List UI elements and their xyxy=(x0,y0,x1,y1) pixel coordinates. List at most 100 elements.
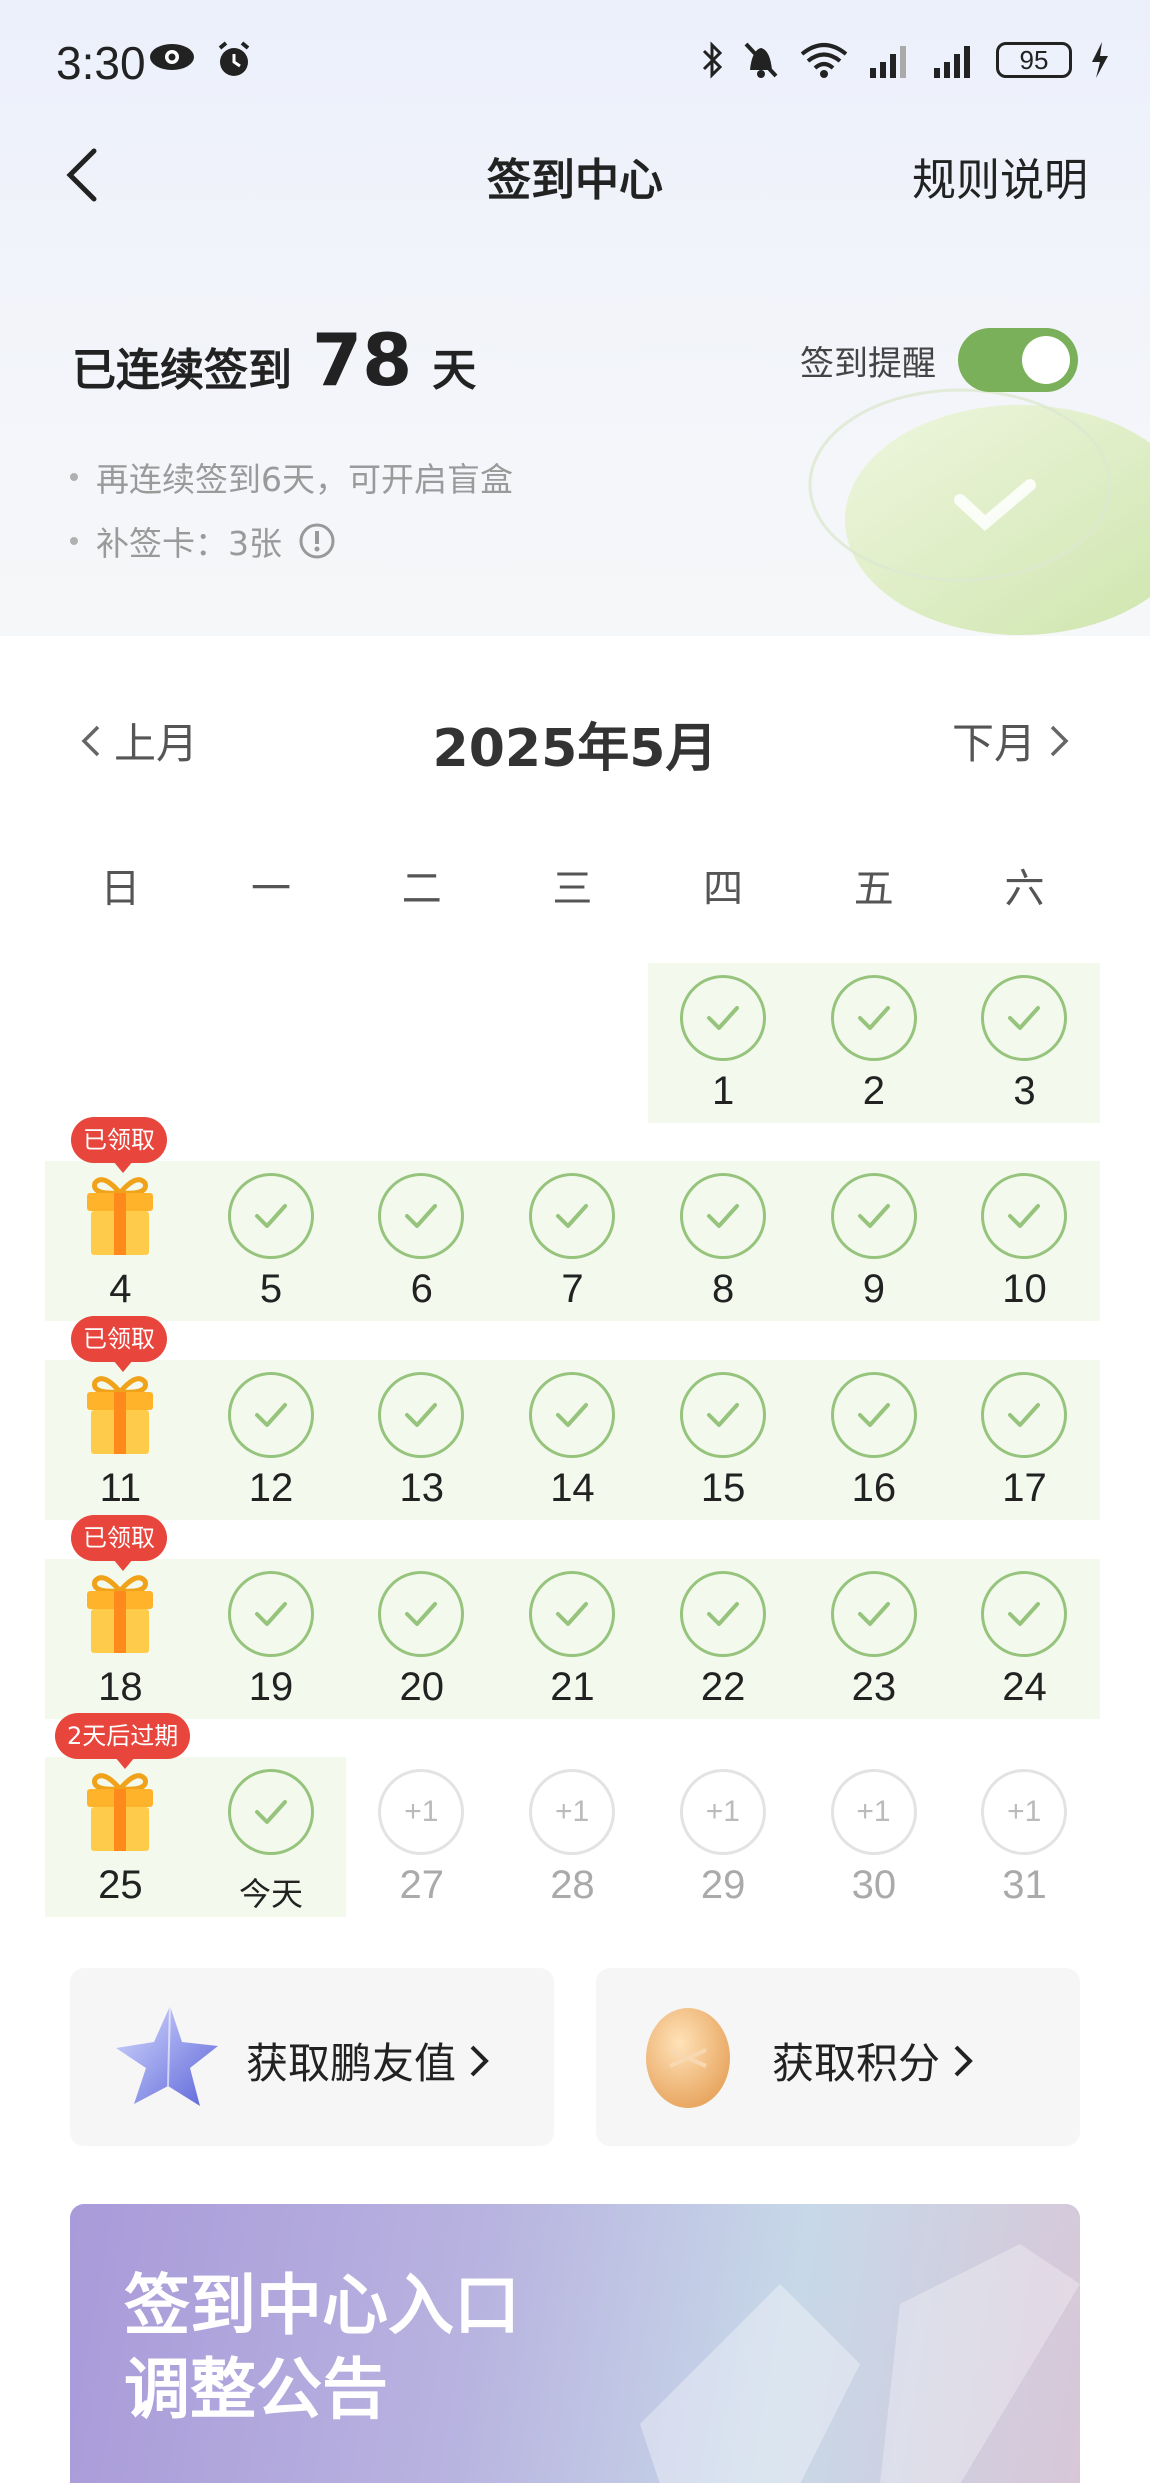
week-row: 2天后过期 25 今天 +1 27 +1 28 +1 29 +1 30 +1 31 xyxy=(45,1713,1100,1917)
calendar-day[interactable]: 15 xyxy=(648,1360,799,1520)
check-icon xyxy=(857,1403,890,1427)
day-number: 4 xyxy=(109,1267,132,1311)
chevron-right-icon xyxy=(1050,725,1069,756)
reward-circle: +1 xyxy=(981,1769,1068,1855)
top-nav: 签到中心 规则说明 xyxy=(0,130,1150,220)
day-number: 24 xyxy=(1002,1665,1047,1709)
day-number: 28 xyxy=(550,1863,595,1907)
calendar-day[interactable]: 已领取 4 xyxy=(45,1117,196,1321)
calendar-day[interactable]: 9 xyxy=(799,1161,950,1321)
calendar-day[interactable]: +1 28 xyxy=(497,1757,648,1917)
weekday-header: 日 一 二 三 四 五 六 xyxy=(45,856,1100,914)
bullet xyxy=(70,473,78,481)
day-number: 3 xyxy=(1013,1069,1036,1113)
checkmark-decoration xyxy=(640,2244,1080,2483)
calendar-day[interactable]: 12 xyxy=(196,1360,347,1520)
calendar-day[interactable]: 14 xyxy=(497,1360,648,1520)
check-icon xyxy=(254,1403,287,1427)
tip-item: 再连续签到6天，可开启盲盒 xyxy=(70,445,513,509)
gift-box-icon xyxy=(87,1575,153,1653)
toggle-knob xyxy=(1022,336,1070,384)
status-bar: 3:30 95 xyxy=(0,0,1150,130)
bullet xyxy=(70,537,78,545)
calendar-day[interactable]: 23 xyxy=(799,1559,950,1719)
rules-link[interactable]: 规则说明 xyxy=(912,144,1088,208)
calendar-day[interactable]: +1 31 xyxy=(949,1757,1100,1917)
check-icon xyxy=(1008,1403,1041,1427)
week-row: 1 2 3 xyxy=(45,963,1100,1123)
checkmark-disc-decoration xyxy=(808,388,1150,635)
day-number: 7 xyxy=(561,1267,584,1311)
calendar-day[interactable]: 已领取 18 xyxy=(45,1515,196,1719)
checked-circle xyxy=(227,1173,314,1259)
checked-circle xyxy=(529,1173,616,1259)
calendar-day[interactable]: 17 xyxy=(949,1360,1100,1520)
day-number: 8 xyxy=(712,1267,735,1311)
streak-summary: 已连续签到 78 天 xyxy=(72,318,476,402)
bluetooth-icon xyxy=(702,41,723,79)
calendar-day[interactable]: 13 xyxy=(346,1360,497,1520)
tip-text: 补签卡：3张 xyxy=(96,524,282,563)
gift-box-icon xyxy=(87,1177,153,1255)
calendar-day[interactable]: +1 29 xyxy=(648,1757,799,1917)
weekday-label: 五 xyxy=(853,866,894,912)
streak-prefix: 已连续签到 xyxy=(72,345,292,396)
announcement-banner[interactable]: 签到中心入口 调整公告 xyxy=(70,2204,1080,2483)
calendar-day[interactable]: 3 xyxy=(949,963,1100,1123)
checked-circle xyxy=(679,1372,766,1458)
reward-badge: 已领取 xyxy=(71,1117,167,1173)
streak-days: 78 xyxy=(312,318,413,402)
checked-circle xyxy=(679,975,766,1061)
calendar-day[interactable]: +1 27 xyxy=(346,1757,497,1917)
calendar-day[interactable]: 21 xyxy=(497,1559,648,1719)
week-row: 已领取 4 5 6 7 8 9 10 xyxy=(45,1117,1100,1321)
tip-item: 补签卡：3张 xyxy=(70,509,513,573)
day-number: 今天 xyxy=(239,1876,304,1912)
check-icon xyxy=(405,1403,438,1427)
calendar-day[interactable]: 已领取 11 xyxy=(45,1316,196,1520)
calendar-day[interactable]: 10 xyxy=(949,1161,1100,1321)
calendar-day[interactable]: 20 xyxy=(346,1559,497,1719)
calendar-day[interactable]: 7 xyxy=(497,1161,648,1321)
next-month-button[interactable]: 下月 xyxy=(952,710,1070,771)
calendar-day[interactable]: 2 xyxy=(799,963,950,1123)
get-pengyou-value-card[interactable]: 获取鹏友值 xyxy=(70,1968,554,2146)
day-number: 17 xyxy=(1002,1466,1047,1510)
reward-badge: 已领取 xyxy=(71,1515,167,1571)
battery-indicator: 95 xyxy=(996,42,1072,78)
checked-circle xyxy=(227,1571,314,1657)
calendar-day[interactable]: 6 xyxy=(346,1161,497,1321)
calendar-day[interactable]: 5 xyxy=(196,1161,347,1321)
calendar-day[interactable]: 1 xyxy=(648,963,799,1123)
reward-circle: +1 xyxy=(378,1769,465,1855)
checked-circle xyxy=(378,1372,465,1458)
checked-circle xyxy=(529,1372,616,1458)
reminder-setting: 签到提醒 xyxy=(800,328,1078,392)
reminder-toggle[interactable] xyxy=(958,328,1078,392)
calendar-day[interactable]: 22 xyxy=(648,1559,799,1719)
card-label: 获取积分 xyxy=(772,2039,941,2088)
banner-line-2: 调整公告 xyxy=(124,2351,388,2428)
month-nav: 上月 2025年5月 下月 xyxy=(0,636,1150,836)
calendar-day[interactable]: 今天 xyxy=(196,1757,347,1917)
reward-badge: 已领取 xyxy=(71,1316,167,1372)
status-time: 3:30 xyxy=(56,37,146,89)
checked-circle xyxy=(981,1372,1068,1458)
checked-circle xyxy=(981,1173,1068,1259)
calendar-day[interactable]: 16 xyxy=(799,1360,950,1520)
calendar-day[interactable]: +1 30 xyxy=(799,1757,950,1917)
checked-circle xyxy=(981,1571,1068,1657)
calendar-day[interactable]: 2天后过期 25 xyxy=(45,1713,196,1917)
get-points-card[interactable]: 获取积分 xyxy=(596,1968,1080,2146)
day-number: 22 xyxy=(700,1665,746,1709)
checked-circle xyxy=(830,1372,917,1458)
calendar-day[interactable]: 19 xyxy=(196,1559,347,1719)
gift-box-icon xyxy=(87,1773,153,1851)
check-icon xyxy=(706,1006,739,1030)
weekday-label: 四 xyxy=(703,866,744,912)
calendar-day[interactable]: 24 xyxy=(949,1559,1100,1719)
info-icon[interactable] xyxy=(298,522,336,560)
day-number: 19 xyxy=(248,1665,294,1709)
calendar-day[interactable]: 8 xyxy=(648,1161,799,1321)
week-row: 已领取 18 19 20 21 22 23 24 xyxy=(45,1515,1100,1719)
